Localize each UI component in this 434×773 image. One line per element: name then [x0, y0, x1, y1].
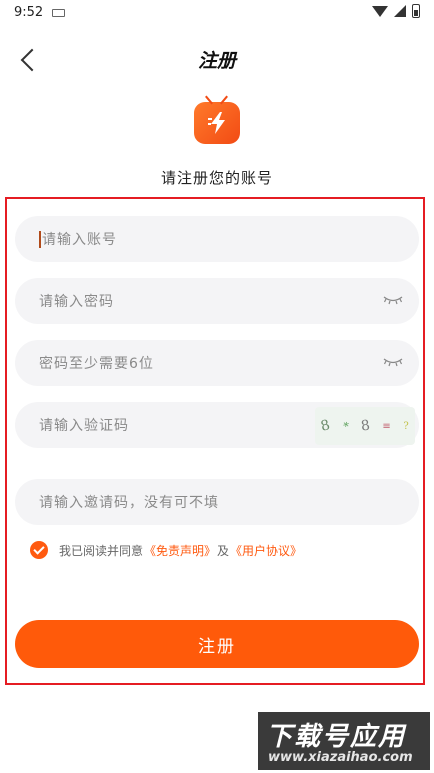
password-input[interactable]: 请输入密码: [15, 278, 419, 324]
captcha-char: ≡: [382, 420, 391, 432]
nav-bar: 注册: [0, 38, 434, 78]
agreement-checkbox[interactable]: [30, 541, 48, 559]
status-time: 9:52: [14, 5, 44, 20]
watermark-url: www.xiazaihao.com: [268, 750, 413, 765]
logo-antenna-left: [205, 95, 213, 105]
account-placeholder: 请输入账号: [42, 232, 117, 248]
watermark-logo: 下载号应用 www.xiazaihao.com: [258, 712, 430, 770]
invite-code-input[interactable]: 请输入邀请码，没有可不填: [15, 479, 419, 525]
status-icons: [372, 4, 420, 18]
eye-closed-icon[interactable]: [383, 357, 403, 367]
captcha-char: 8: [359, 417, 371, 435]
confirm-password-input[interactable]: 密码至少需要6位: [15, 340, 419, 386]
register-subtitle: 请注册您的账号: [160, 169, 273, 187]
battery-icon: [412, 4, 420, 18]
watermark-text: 下载号应用: [266, 722, 407, 752]
logo-antenna-right: [220, 95, 228, 105]
captcha-char: ?: [403, 420, 409, 432]
password-placeholder: 请输入密码: [39, 294, 114, 310]
captcha-image[interactable]: 8 * 8 ≡ ?: [315, 407, 415, 445]
invite-code-placeholder: 请输入邀请码，没有可不填: [39, 495, 219, 511]
eye-closed-icon[interactable]: [383, 295, 403, 305]
agreement-prefix: 我已阅读并同意: [59, 543, 144, 558]
confirm-password-placeholder: 密码至少需要6位: [39, 356, 154, 372]
agreement-conjunction: 及: [217, 543, 230, 558]
captcha-char: *: [341, 419, 350, 433]
keyboard-icon: [52, 9, 65, 17]
disclaimer-link[interactable]: 《免责声明》: [144, 542, 216, 559]
status-bar: 9:52: [0, 0, 434, 26]
account-input[interactable]: 请输入账号: [15, 216, 419, 262]
captcha-char: 8: [319, 417, 333, 435]
text-caret: [39, 230, 41, 248]
page-title: 注册: [197, 50, 236, 72]
user-agreement-link[interactable]: 《用户协议》: [230, 542, 302, 559]
signal-icon: [394, 5, 406, 17]
agreement-row: 我已阅读并同意 《免责声明》 及 《用户协议》: [30, 540, 302, 560]
register-button[interactable]: 注册: [15, 620, 419, 668]
captcha-input[interactable]: 请输入验证码 8 * 8 ≡ ?: [15, 402, 419, 448]
app-logo-icon: [194, 95, 240, 144]
lightning-bolt-icon: [208, 112, 225, 134]
wifi-icon: [372, 5, 388, 17]
captcha-placeholder: 请输入验证码: [39, 418, 129, 434]
